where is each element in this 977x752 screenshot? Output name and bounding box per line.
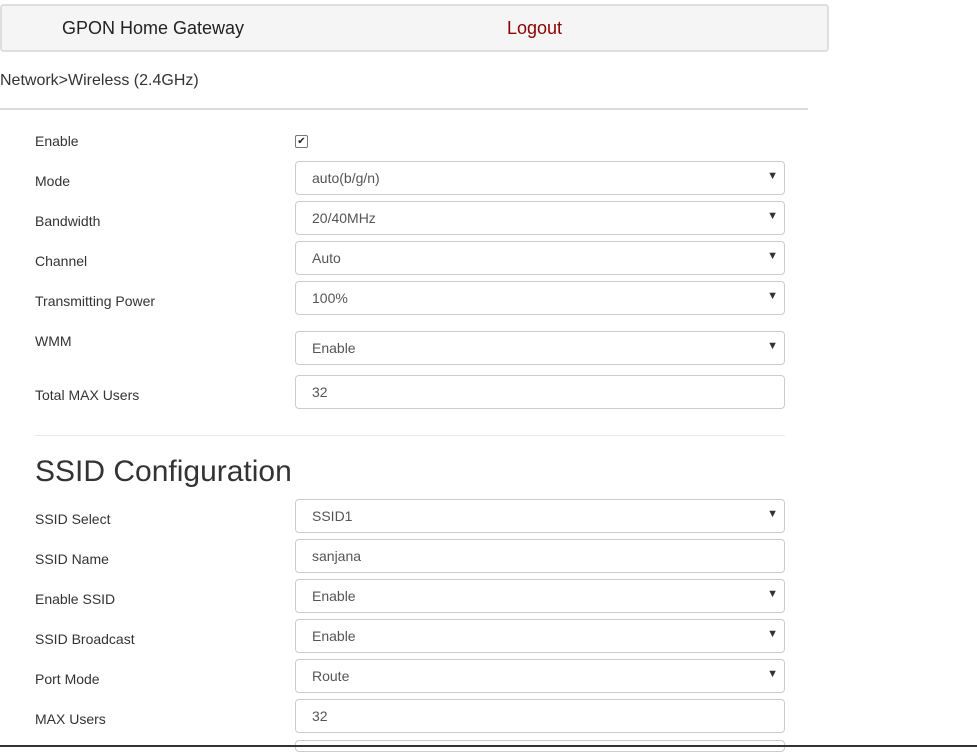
bandwidth-label: Bandwidth	[35, 213, 101, 229]
chevron-down-icon: ▼	[767, 628, 778, 640]
channel-value: Auto	[312, 250, 341, 266]
check-icon: ✔	[297, 136, 306, 147]
ssid-name-label: SSID Name	[35, 551, 109, 567]
bandwidth-value: 20/40MHz	[312, 210, 376, 226]
total-max-users-label: Total MAX Users	[35, 387, 140, 403]
header-divider	[0, 108, 808, 110]
enable-ssid-select[interactable]: Enable ▼	[295, 579, 785, 613]
bandwidth-select[interactable]: 20/40MHz ▼	[295, 201, 785, 235]
logout-link[interactable]: Logout	[507, 18, 562, 39]
tx-power-label: Transmitting Power	[35, 293, 156, 309]
wmm-select[interactable]: Enable ▼	[295, 331, 785, 365]
chevron-down-icon: ▼	[767, 668, 778, 680]
chevron-down-icon: ▼	[767, 170, 778, 182]
channel-select[interactable]: Auto ▼	[295, 241, 785, 275]
tx-power-select[interactable]: 100% ▼	[295, 281, 785, 315]
port-mode-value: Route	[312, 668, 350, 684]
enable-ssid-label: Enable SSID	[35, 591, 116, 607]
bottom-edge	[0, 745, 977, 747]
ssid-name-value: sanjana	[312, 548, 362, 564]
chevron-down-icon: ▼	[767, 290, 778, 302]
wmm-label: WMM	[35, 333, 72, 349]
enable-checkbox[interactable]: ✔	[295, 135, 308, 148]
top-navbar: GPON Home Gateway Logout	[0, 4, 829, 52]
tx-power-value: 100%	[312, 290, 348, 306]
mode-select[interactable]: auto(b/g/n) ▼	[295, 161, 785, 195]
max-users-value: 32	[312, 708, 328, 724]
enable-ssid-value: Enable	[312, 588, 356, 604]
channel-label: Channel	[35, 253, 88, 269]
port-mode-label: Port Mode	[35, 671, 100, 687]
total-max-users-input[interactable]: 32	[295, 375, 785, 409]
max-users-input[interactable]: 32	[295, 699, 785, 733]
chevron-down-icon: ▼	[767, 508, 778, 520]
port-mode-select[interactable]: Route ▼	[295, 659, 785, 693]
ssid-name-input[interactable]: sanjana	[295, 539, 785, 573]
chevron-down-icon: ▼	[767, 250, 778, 262]
section-divider	[35, 435, 785, 436]
ssid-broadcast-value: Enable	[312, 628, 356, 644]
mode-value: auto(b/g/n)	[312, 170, 380, 186]
ssid-select-label: SSID Select	[35, 511, 111, 527]
ssid-select-value: SSID1	[312, 508, 353, 524]
breadcrumb: Network>Wireless (2.4GHz)	[0, 72, 199, 89]
mode-label: Mode	[35, 173, 71, 189]
enable-label: Enable	[35, 133, 79, 149]
chevron-down-icon: ▼	[767, 340, 778, 352]
max-users-label: MAX Users	[35, 711, 106, 727]
ssid-broadcast-label: SSID Broadcast	[35, 631, 135, 647]
ssid-broadcast-select[interactable]: Enable ▼	[295, 619, 785, 653]
ssid-select[interactable]: SSID1 ▼	[295, 499, 785, 533]
chevron-down-icon: ▼	[767, 210, 778, 222]
brand-title: GPON Home Gateway	[62, 18, 245, 38]
wmm-value: Enable	[312, 340, 356, 356]
chevron-down-icon: ▼	[767, 588, 778, 600]
total-max-users-value: 32	[312, 384, 328, 400]
ssid-section-title: SSID Configuration	[35, 455, 292, 488]
